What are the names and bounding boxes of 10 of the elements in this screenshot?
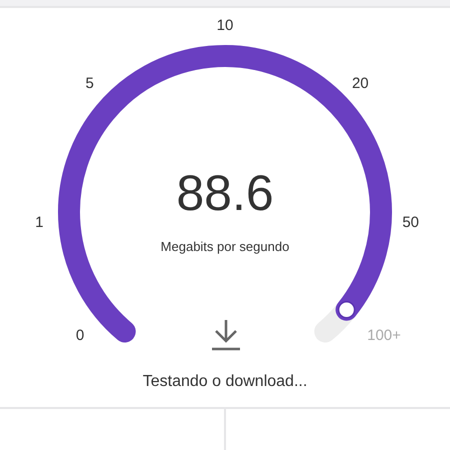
scale-label: 0	[76, 326, 84, 346]
scale-label: 50	[402, 212, 420, 233]
scale-label: 20	[352, 74, 369, 94]
speed-value: 88.6	[175, 168, 275, 218]
scale-label: 10	[216, 16, 234, 36]
status-text: Testando o download...	[142, 372, 308, 392]
scale-label: 1	[35, 212, 44, 233]
speed-unit: Megabits por segundo	[160, 238, 290, 256]
scale-label: 5	[86, 74, 94, 94]
scale-label: 100+	[367, 326, 401, 346]
